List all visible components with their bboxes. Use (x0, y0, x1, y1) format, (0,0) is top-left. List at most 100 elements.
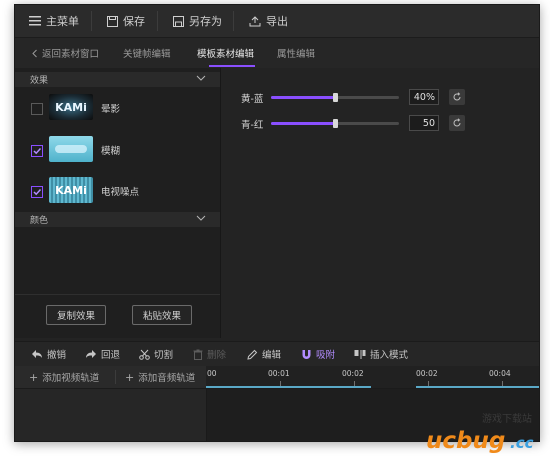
add-audio-track-button[interactable]: + 添加音频轨道 (125, 366, 195, 388)
cyan-red-slider-handle[interactable] (333, 119, 338, 128)
cyan-red-reset-button[interactable] (449, 115, 465, 131)
hamburger-icon (29, 16, 41, 26)
adjustment-panel: 黄-蓝 40% 青-红 50 (221, 68, 539, 338)
tab-property-label: 属性编辑 (277, 49, 316, 60)
watermark-brand: ucbug (426, 428, 505, 454)
redo-label: 回退 (101, 350, 121, 361)
cut-label: 切割 (154, 350, 174, 361)
tab-keyframe-label: 关键帧编辑 (123, 49, 171, 60)
checkmark-icon (33, 147, 42, 155)
track-list (15, 389, 207, 441)
edit-button[interactable]: 编辑 (247, 342, 281, 366)
back-to-material-tab[interactable]: 返回素材窗口 (31, 38, 99, 68)
effect-item-blur[interactable]: 模糊 (31, 136, 216, 164)
tick-label: 00:02 (416, 369, 438, 378)
yellow-blue-reset-button[interactable] (449, 89, 465, 105)
divider (157, 11, 158, 31)
redo-button[interactable]: 回退 (85, 342, 120, 366)
cut-button[interactable]: 切割 (139, 342, 173, 366)
color-header-label: 颜色 (30, 216, 49, 226)
effects-section-header[interactable]: 效果 (15, 72, 220, 87)
effect-label: 模糊 (101, 146, 121, 157)
insert-mode-button[interactable]: 插入模式 (354, 342, 408, 366)
divider (15, 294, 220, 295)
divider (233, 11, 234, 31)
save-label: 保存 (123, 15, 145, 28)
snap-label: 吸附 (316, 350, 336, 361)
main-menu-button[interactable]: 主菜单 (29, 5, 79, 37)
insert-mode-icon (354, 349, 366, 359)
paste-effect-label: 粘贴效果 (142, 311, 181, 322)
copy-effect-button[interactable]: 复制效果 (46, 305, 106, 325)
effects-panel: 效果 KAMi 晕影 模糊 KAMi 电视噪点 颜色 (15, 68, 221, 338)
scissors-icon (139, 349, 150, 360)
yellow-blue-slider-fill (271, 96, 335, 99)
effect-item-tv-noise[interactable]: KAMi 电视噪点 (31, 177, 216, 205)
effects-header-label: 效果 (30, 76, 49, 86)
add-audio-track-label: 添加音频轨道 (138, 373, 196, 384)
yellow-blue-value-field[interactable]: 40% (409, 89, 439, 105)
main-menu-label: 主菜单 (46, 15, 79, 28)
save-icon (107, 15, 118, 27)
trash-icon (193, 349, 203, 360)
tick-label: 00:02 (342, 369, 364, 378)
reset-icon (453, 118, 461, 127)
yellow-blue-slider-handle[interactable] (333, 93, 338, 102)
editor-window: 主菜单 保存 另存为 导出 返回素材窗口 关键帧编辑 模板素材编辑 属性编辑 效… (14, 4, 540, 442)
tab-property[interactable]: 属性编辑 (277, 38, 315, 68)
chevron-left-icon (32, 49, 37, 57)
watermark-tld: .cc (510, 434, 534, 452)
copy-effect-label: 复制效果 (56, 311, 95, 322)
tick-label: 00:04 (489, 369, 511, 378)
watermark-site: 游戏下载站 (482, 412, 532, 425)
snap-toggle[interactable]: 吸附 (301, 342, 335, 366)
edit-tabs: 返回素材窗口 关键帧编辑 模板素材编辑 属性编辑 (15, 38, 539, 69)
redo-icon (86, 350, 96, 358)
timeline-progress-line (416, 386, 539, 388)
export-label: 导出 (266, 15, 288, 28)
cyan-red-slider-fill (271, 122, 335, 125)
reset-icon (453, 92, 461, 101)
vignette-checkbox[interactable] (31, 103, 43, 115)
cyan-red-label: 青-红 (241, 120, 264, 131)
save-as-button[interactable]: 另存为 (173, 5, 222, 37)
export-button[interactable]: 导出 (249, 5, 288, 37)
undo-icon (32, 350, 42, 358)
effect-label: 电视噪点 (101, 187, 140, 198)
color-section-header[interactable]: 颜色 (15, 212, 220, 227)
checkmark-icon (33, 188, 42, 196)
export-icon (249, 15, 261, 26)
pencil-icon (247, 349, 258, 360)
magnet-icon (302, 349, 311, 359)
insert-mode-label: 插入模式 (370, 350, 409, 361)
paste-effect-button[interactable]: 粘贴效果 (132, 305, 192, 325)
plus-icon: + (125, 370, 135, 384)
undo-button[interactable]: 撤销 (31, 342, 66, 366)
divider (91, 11, 92, 31)
vignette-thumbnail: KAMi (49, 94, 93, 120)
blur-thumbnail (49, 136, 93, 162)
delete-button[interactable]: 删除 (193, 342, 226, 366)
edit-label: 编辑 (262, 350, 282, 361)
delete-label: 删除 (207, 350, 227, 361)
cyan-red-value-field[interactable]: 50 (409, 115, 439, 131)
yellow-blue-label: 黄-蓝 (241, 94, 264, 105)
tab-template[interactable]: 模板素材编辑 (197, 38, 254, 68)
timeline-progress-line (206, 386, 371, 388)
tick-label: 00 (207, 369, 217, 378)
tab-keyframe[interactable]: 关键帧编辑 (123, 38, 171, 68)
add-video-track-button[interactable]: + 添加视频轨道 (29, 366, 99, 388)
tv-noise-thumbnail: KAMi (49, 177, 93, 203)
top-toolbar: 主菜单 保存 另存为 导出 (15, 5, 539, 38)
active-tab-indicator (209, 65, 255, 67)
tv-noise-checkbox[interactable] (31, 186, 43, 198)
undo-label: 撤销 (47, 350, 67, 361)
save-as-icon (173, 15, 184, 27)
track-header: + 添加视频轨道 + 添加音频轨道 (15, 366, 206, 389)
save-button[interactable]: 保存 (107, 5, 145, 37)
effect-item-vignette[interactable]: KAMi 晕影 (31, 94, 216, 122)
site-watermark: 游戏下载站 ucbug .cc (420, 408, 548, 460)
timeline-ruler[interactable]: 00 00:01 00:02 00:02 00:04 (206, 366, 539, 389)
thumb-text: KAMi (55, 101, 87, 114)
blur-checkbox[interactable] (31, 145, 43, 157)
